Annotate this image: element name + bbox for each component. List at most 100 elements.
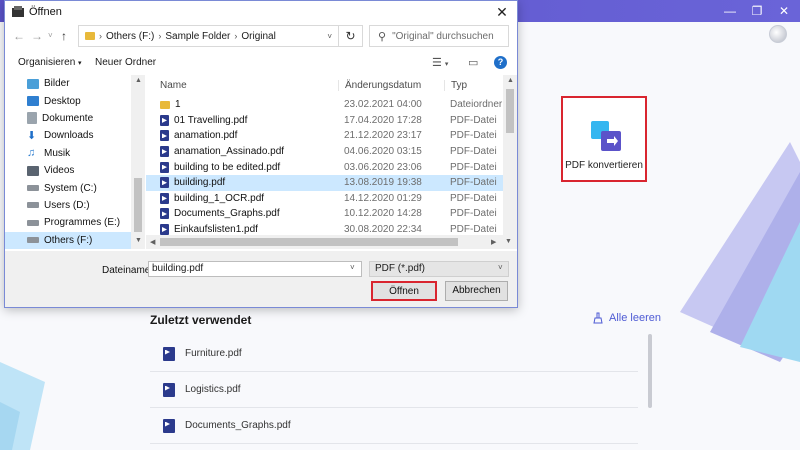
nav-item-pictures[interactable]: Bilder bbox=[5, 75, 144, 92]
file-date: 30.08.2020 22:34 bbox=[344, 224, 422, 236]
file-list-horizontal-scrollbar[interactable]: ◀ ▶ ▼ bbox=[146, 235, 517, 249]
refresh-icon[interactable]: ↻ bbox=[339, 25, 363, 47]
nav-item-label: Programmes (E:) bbox=[44, 217, 121, 229]
clear-all-button[interactable]: Alle leeren bbox=[592, 312, 661, 324]
minimize-icon[interactable]: — bbox=[722, 3, 738, 19]
nav-item-documents[interactable]: Dokumente bbox=[5, 110, 144, 127]
file-name: 01 Travelling.pdf bbox=[174, 114, 248, 126]
search-placeholder: "Original" durchsuchen bbox=[392, 30, 494, 42]
help-icon[interactable]: ? bbox=[494, 56, 507, 69]
recent-file-item[interactable]: Logistics.pdf bbox=[150, 372, 638, 408]
file-date: 23.02.2021 04:00 bbox=[344, 99, 422, 111]
scrollbar-thumb[interactable] bbox=[134, 178, 142, 232]
column-header-name[interactable]: Name bbox=[146, 80, 338, 91]
nav-item-desktop[interactable]: Desktop bbox=[5, 92, 144, 109]
file-row[interactable]: 01 Travelling.pdf 17.04.2020 17:28 PDF-D… bbox=[146, 113, 517, 129]
breadcrumb-separator: › bbox=[99, 31, 102, 41]
breadcrumb-item[interactable]: Others (F:) bbox=[106, 31, 154, 42]
file-row[interactable]: anamation.pdf 21.12.2020 23:17 PDF-Datei bbox=[146, 128, 517, 144]
file-row[interactable]: 1 23.02.2021 04:00 Dateiordner bbox=[146, 97, 517, 113]
close-icon[interactable]: ✕ bbox=[776, 3, 792, 19]
scroll-up-icon[interactable]: ▲ bbox=[135, 77, 142, 84]
pictures-icon bbox=[27, 78, 39, 89]
convert-icon bbox=[591, 121, 621, 151]
file-date: 03.06.2020 23:06 bbox=[344, 161, 422, 173]
file-row-selected[interactable]: building.pdf 13.08.2019 19:38 PDF-Datei bbox=[146, 174, 517, 191]
column-header-type[interactable]: Typ bbox=[444, 80, 502, 91]
folder-icon bbox=[160, 100, 170, 109]
filetype-select[interactable]: PDF (*.pdf) bbox=[369, 261, 509, 277]
scroll-right-icon[interactable]: ▶ bbox=[491, 238, 496, 246]
user-avatar[interactable] bbox=[769, 25, 787, 43]
preview-pane-icon[interactable]: ▭ bbox=[468, 56, 478, 69]
nav-item-label: Users (D:) bbox=[44, 199, 90, 211]
file-list-pane: Name Änderungsdatum Typ 1 23.02.2021 04:… bbox=[146, 75, 517, 249]
nav-pane-scrollbar[interactable]: ▲ ▼ bbox=[131, 75, 145, 249]
file-row[interactable]: anamation_Assinado.pdf 04.06.2020 03:15 … bbox=[146, 144, 517, 160]
scrollbar-thumb[interactable] bbox=[506, 89, 514, 133]
file-row[interactable]: Documents_Graphs.pdf 10.12.2020 14:28 PD… bbox=[146, 206, 517, 222]
scroll-down-icon[interactable]: ▼ bbox=[505, 238, 512, 245]
filename-label: Dateiname: bbox=[102, 265, 154, 276]
file-name: building_1_OCR.pdf bbox=[174, 192, 265, 204]
recent-file-item[interactable]: Furniture.pdf bbox=[150, 336, 638, 372]
dialog-close-icon[interactable]: ✕ bbox=[487, 1, 517, 23]
search-input[interactable]: ⚲ "Original" durchsuchen bbox=[369, 25, 509, 47]
nav-item-drive-f[interactable]: Others (F:) bbox=[5, 231, 144, 249]
file-list-vertical-scrollbar[interactable]: ▲ bbox=[503, 75, 517, 235]
nav-item-downloads[interactable]: ⬇ Downloads bbox=[5, 127, 144, 144]
filename-dropdown-icon[interactable]: ˅ bbox=[350, 263, 355, 272]
open-button[interactable]: Öffnen bbox=[371, 281, 437, 301]
scroll-up-icon[interactable]: ▲ bbox=[507, 77, 514, 84]
column-headers: Name Änderungsdatum Typ bbox=[146, 75, 517, 97]
back-arrow-icon[interactable]: ← bbox=[13, 29, 25, 43]
view-options-icon[interactable]: ☰ ▾ bbox=[432, 56, 448, 69]
address-bar[interactable]: › Others (F:) › Sample Folder › Original… bbox=[78, 25, 339, 47]
file-type: PDF-Datei bbox=[450, 130, 497, 142]
desktop-icon bbox=[27, 96, 39, 107]
file-date: 10.12.2020 14:28 bbox=[344, 208, 422, 220]
scrollbar-thumb[interactable] bbox=[160, 238, 458, 246]
column-header-date[interactable]: Änderungsdatum bbox=[338, 80, 444, 91]
folder-icon bbox=[85, 32, 95, 40]
drive-icon bbox=[27, 185, 39, 192]
pdf-convert-card[interactable]: PDF konvertieren bbox=[561, 96, 647, 182]
organize-menu[interactable]: Organisieren ▾ bbox=[18, 57, 82, 68]
new-folder-button[interactable]: Neuer Ordner bbox=[95, 57, 156, 68]
up-arrow-icon[interactable]: ↑ bbox=[61, 29, 67, 43]
recent-file-item[interactable]: Documents_Graphs.pdf bbox=[150, 408, 638, 444]
cancel-button[interactable]: Abbrechen bbox=[445, 281, 508, 301]
pdf-file-icon bbox=[160, 114, 169, 126]
breadcrumb-item[interactable]: Sample Folder bbox=[165, 31, 230, 42]
nav-item-drive-c[interactable]: System (C:) bbox=[5, 179, 144, 196]
nav-item-label: Downloads bbox=[44, 130, 94, 142]
file-row[interactable]: building_1_OCR.pdf 14.12.2020 01:29 PDF-… bbox=[146, 191, 517, 207]
history-chevron-icon[interactable]: ˅ bbox=[48, 31, 53, 40]
file-type: PDF-Datei bbox=[450, 177, 497, 189]
maximize-icon[interactable]: ❐ bbox=[749, 3, 765, 19]
pdf-file-icon bbox=[160, 192, 169, 204]
drive-icon bbox=[27, 202, 39, 209]
file-date: 17.04.2020 17:28 bbox=[344, 114, 422, 126]
nav-item-videos[interactable]: Videos bbox=[5, 162, 144, 179]
nav-item-music[interactable]: ♫ Musik bbox=[5, 145, 144, 162]
file-date: 14.12.2020 01:29 bbox=[344, 192, 422, 204]
file-date: 04.06.2020 03:15 bbox=[344, 146, 422, 158]
scroll-down-icon[interactable]: ▼ bbox=[135, 237, 142, 244]
filetype-dropdown-icon[interactable]: ˅ bbox=[498, 263, 503, 272]
file-row[interactable]: building to be edited.pdf 03.06.2020 23:… bbox=[146, 159, 517, 175]
filename-input[interactable]: building.pdf bbox=[148, 261, 362, 277]
address-dropdown-icon[interactable]: ˅ bbox=[327, 32, 332, 41]
forward-arrow-icon[interactable]: → bbox=[31, 29, 43, 43]
scroll-left-icon[interactable]: ◀ bbox=[150, 238, 155, 246]
file-date: 13.08.2019 19:38 bbox=[344, 177, 422, 189]
pdf-file-icon bbox=[163, 346, 175, 361]
file-type: PDF-Datei bbox=[450, 114, 497, 126]
pdf-file-icon bbox=[160, 161, 169, 173]
nav-item-drive-e[interactable]: Programmes (E:) bbox=[5, 214, 144, 231]
breadcrumb-item[interactable]: Original bbox=[241, 31, 275, 42]
address-row: ← → ˅ ↑ › Others (F:) › Sample Folder › … bbox=[5, 25, 517, 49]
nav-item-drive-d[interactable]: Users (D:) bbox=[5, 197, 144, 214]
recent-file-name: Furniture.pdf bbox=[185, 348, 242, 359]
recent-list-scrollbar[interactable] bbox=[648, 334, 652, 408]
